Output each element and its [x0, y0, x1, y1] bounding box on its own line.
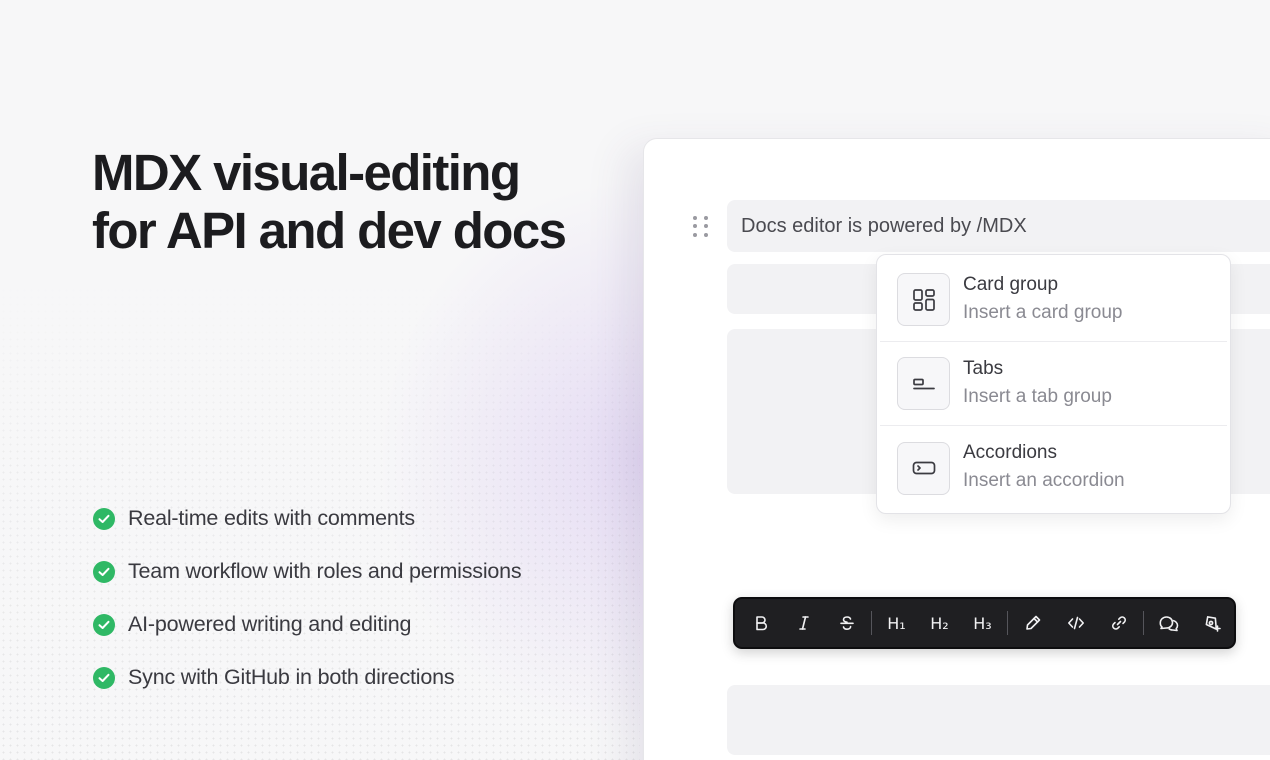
- heading-2-label: H₂: [930, 613, 949, 633]
- italic-icon[interactable]: [782, 603, 825, 643]
- strikethrough-icon[interactable]: [825, 603, 868, 643]
- code-icon[interactable]: [1054, 603, 1097, 643]
- menu-item-description: Insert an accordion: [963, 470, 1125, 491]
- heading-3-label: H₃: [973, 613, 992, 633]
- menu-item-tabs[interactable]: Tabs Insert a tab group: [880, 342, 1227, 426]
- tabs-icon: [897, 357, 950, 410]
- editor-text: Docs editor is powered by /MDX: [741, 214, 1027, 237]
- page-headline: MDX visual-editing for API and dev docs: [92, 144, 612, 260]
- heading-1-label: H₁: [887, 613, 906, 633]
- toolbar-divider: [871, 611, 872, 635]
- check-circle-icon: [93, 666, 115, 689]
- heading-1-button[interactable]: H₁: [875, 603, 918, 643]
- comment-icon[interactable]: [1147, 603, 1190, 643]
- menu-item-accordions[interactable]: Accordions Insert an accordion: [880, 426, 1227, 510]
- feature-item: AI-powered writing and editing: [93, 598, 521, 651]
- bold-icon[interactable]: [739, 603, 782, 643]
- headline-line-1: MDX visual-editing: [92, 144, 521, 201]
- slash-command-menu: Card group Insert a card group Tabs Inse…: [876, 254, 1231, 514]
- accordion-icon: [897, 441, 950, 495]
- feature-item: Sync with GitHub in both directions: [93, 651, 521, 704]
- check-circle-icon: [93, 613, 115, 636]
- toolbar-divider: [1143, 611, 1144, 635]
- ai-assist-icon[interactable]: [1190, 603, 1233, 643]
- feature-text: Real-time edits with comments: [128, 506, 415, 530]
- check-circle-icon: [93, 507, 115, 530]
- feature-text: Sync with GitHub in both directions: [128, 665, 455, 689]
- feature-text: AI-powered writing and editing: [128, 612, 412, 636]
- highlight-pen-icon[interactable]: [1011, 603, 1054, 643]
- feature-item: Team workflow with roles and permissions: [93, 545, 522, 598]
- feature-list: Real-time edits with comments Team workf…: [93, 492, 522, 704]
- menu-item-description: Insert a card group: [963, 301, 1123, 323]
- heading-3-button[interactable]: H₃: [961, 603, 1004, 643]
- toolbar-divider: [1007, 611, 1008, 635]
- formatting-toolbar: H₁ H₂ H₃: [733, 597, 1236, 649]
- check-circle-icon: [93, 560, 115, 583]
- menu-item-title: Tabs: [963, 357, 1004, 379]
- headline-line-2: for API and dev docs: [92, 202, 567, 259]
- menu-item-card-group[interactable]: Card group Insert a card group: [880, 258, 1227, 342]
- menu-item-description: Insert a tab group: [963, 385, 1112, 407]
- link-icon[interactable]: [1097, 603, 1140, 643]
- drag-handle-icon[interactable]: [693, 216, 709, 238]
- editor-placeholder-block[interactable]: [727, 685, 1270, 755]
- heading-2-button[interactable]: H₂: [918, 603, 961, 643]
- feature-text: Team workflow with roles and permissions: [128, 559, 522, 583]
- editor-text-block[interactable]: Docs editor is powered by /MDX: [727, 200, 1270, 252]
- card-group-icon: [897, 273, 950, 326]
- feature-item: Real-time edits with comments: [93, 492, 521, 545]
- menu-item-title: Card group: [963, 273, 1059, 295]
- menu-item-title: Accordions: [963, 442, 1057, 463]
